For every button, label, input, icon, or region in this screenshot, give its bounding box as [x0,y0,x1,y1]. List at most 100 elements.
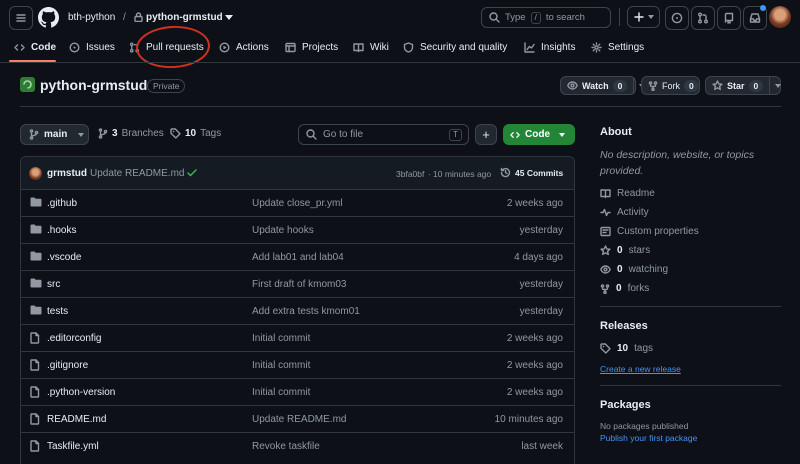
add-file-button[interactable]: + [475,124,497,145]
file-row[interactable]: src First draft of kmom03 yesterday [20,270,575,297]
tab-code[interactable]: Code [14,38,56,56]
create-release-link[interactable]: Create a new release [600,364,681,374]
code-button[interactable]: Code [503,124,575,145]
about-description: No description, website, or topics provi… [600,149,755,177]
menu-button[interactable] [9,6,33,30]
author-avatar[interactable] [29,167,42,180]
tab-insights[interactable]: Insights [524,38,575,56]
watch-label: Watch [582,80,609,91]
file-row[interactable]: .editorconfig Initial commit 2 weeks ago [20,324,575,351]
file-row[interactable]: .vscode Add lab01 and lab04 4 days ago [20,243,575,270]
tab-settings-label: Settings [608,41,645,53]
github-logo[interactable] [38,7,59,28]
pull-requests-button[interactable] [691,6,715,30]
star-icon [706,80,727,91]
branch-selector[interactable]: main [20,124,89,145]
file-commit-message[interactable]: First draft of kmom03 [252,279,346,290]
release-tags-link[interactable]: 10 tags [600,343,653,354]
stars-link[interactable]: 0 stars [600,245,650,256]
file-commit-message[interactable]: Update README.md [252,414,346,425]
tags-label: Tags [200,128,222,139]
repo-link[interactable]: python-grmstud [146,12,223,23]
custom-properties-link[interactable]: Custom properties [600,226,699,237]
chevron-down-icon[interactable] [225,15,233,20]
issues-button[interactable] [665,6,689,30]
tab-wiki[interactable]: Wiki [353,38,389,56]
file-commit-message[interactable]: Add lab01 and lab04 [252,252,344,263]
commits-link[interactable]: 45 Commits [500,167,563,178]
file-commit-message[interactable]: Revoke taskfile [252,441,320,452]
file-icon [30,440,40,452]
star-button[interactable]: Star 0 [705,76,782,95]
file-name[interactable]: tests [47,306,68,317]
chevron-down-icon[interactable] [769,77,782,94]
commit-author[interactable]: grmstud [47,168,87,179]
file-name[interactable]: src [47,279,60,290]
commit-separator: · [428,169,431,179]
tab-settings[interactable]: Settings [591,38,644,56]
commit-time: 10 minutes ago [433,169,492,179]
tab-projects[interactable]: Projects [285,38,338,56]
readme-link[interactable]: Readme [600,188,655,199]
file-row[interactable]: .gitignore Initial commit 2 weeks ago [20,351,575,378]
check-icon[interactable] [187,169,197,177]
file-name[interactable]: README.md [47,414,106,425]
releases-heading[interactable]: Releases [600,320,648,332]
folder-icon [30,305,42,315]
file-name[interactable]: .vscode [47,252,81,263]
file-icon [30,386,40,398]
file-row[interactable]: Taskfile.yml Revoke taskfile last week [20,432,575,459]
watch-button[interactable]: Watch 0 [560,76,646,95]
branches-link[interactable]: 3 Branches [98,128,164,139]
file-row[interactable]: tests Add extra tests kmom01 yesterday [20,297,575,324]
stars-count: 0 [617,245,623,256]
repositories-button[interactable] [717,6,741,30]
file-commit-date: 2 weeks ago [506,333,563,344]
repo-icon [724,12,734,24]
release-tags-count: 10 [617,343,629,354]
file-row[interactable]: .github Update close_pr.yml 2 weeks ago [20,189,575,216]
file-commit-message[interactable]: Initial commit [252,360,310,371]
file-commit-message[interactable]: Update close_pr.yml [252,198,343,209]
file-name[interactable]: .editorconfig [47,333,101,344]
file-row[interactable]: README.md Update README.md 10 minutes ago [20,405,575,432]
hamburger-icon [16,14,26,22]
forks-link[interactable]: 0 forks [600,283,649,294]
file-commit-date: 4 days ago [514,252,563,263]
file-commit-message[interactable]: Initial commit [252,333,310,344]
packages-heading[interactable]: Packages [600,399,651,411]
forks-count: 0 [616,283,622,294]
watching-link[interactable]: 0 watching [600,264,668,275]
repo-title[interactable]: python-grmstud [40,77,147,93]
file-name[interactable]: .gitignore [47,360,88,371]
commit-hash[interactable]: 3bfa0bf [396,169,424,179]
file-commit-message[interactable]: Update hooks [252,225,314,236]
file-commit-message[interactable]: Initial commit [252,387,310,398]
branch-name: main [44,129,68,140]
plus-icon [633,12,644,22]
tab-security[interactable]: Security and quality [403,38,507,56]
owner-link[interactable]: bth-python [68,12,115,23]
chevron-down-icon [78,132,85,137]
tab-actions[interactable]: Actions [219,38,269,56]
tab-issues[interactable]: Issues [69,38,115,56]
commit-message[interactable]: Update README.md [90,168,184,179]
file-name[interactable]: Taskfile.yml [47,441,99,452]
go-to-file-input[interactable]: Go to file T [298,124,469,145]
file-commit-date: 2 weeks ago [506,387,563,398]
publish-package-link[interactable]: Publish your first package [600,433,697,443]
create-new-button[interactable] [627,6,660,28]
activity-link[interactable]: Activity [600,207,649,218]
file-name[interactable]: .python-version [47,387,115,398]
file-row[interactable]: .hooks Update hooks yesterday [20,216,575,243]
file-row[interactable]: .python-version Initial commit 2 weeks ago [20,378,575,405]
folder-icon [30,197,42,207]
tags-link[interactable]: 10 Tags [170,128,221,139]
search-input[interactable]: Type / to search [481,7,611,28]
file-name[interactable]: .github [47,198,77,209]
fork-button[interactable]: Fork 0 [641,76,700,95]
file-commit-message[interactable]: Add extra tests kmom01 [252,306,360,317]
watching-label: watching [628,264,669,275]
file-name[interactable]: .hooks [47,225,76,236]
user-avatar[interactable] [769,6,791,28]
